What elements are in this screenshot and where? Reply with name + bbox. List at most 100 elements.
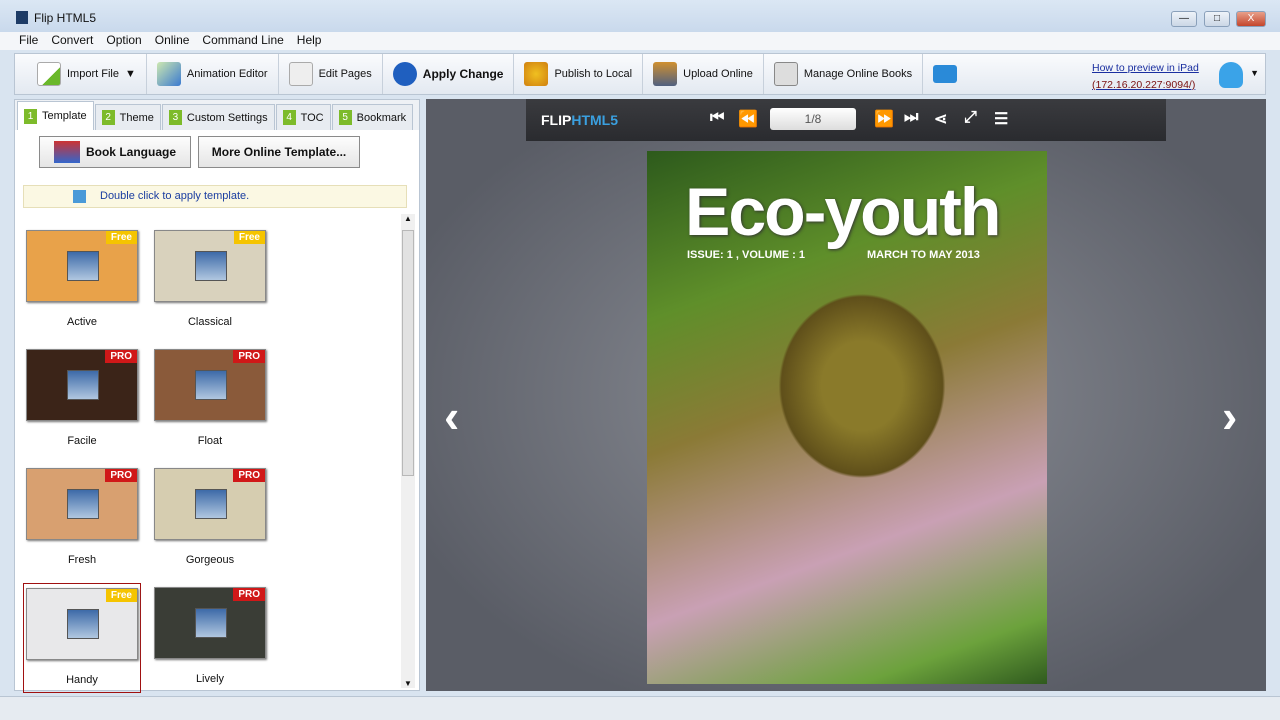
settings-panel: 1 Template 2 Theme 3 Custom Settings 4 TOC 5…: [14, 99, 420, 693]
tab-custom-settings[interactable]: 3 Custom Settings: [161, 104, 275, 130]
template-badge: PRO: [233, 469, 265, 482]
tab-label: Custom Settings: [186, 111, 268, 124]
apply-change-label: Apply Change: [422, 67, 504, 81]
user-avatar-icon[interactable]: [1219, 62, 1243, 88]
menu-online[interactable]: Online: [155, 32, 190, 50]
template-name: Handy: [66, 674, 98, 686]
template-thumbnail: PRO: [154, 587, 266, 659]
issue-text: ISSUE: 1 , VOLUME : 1: [687, 249, 805, 261]
screen-preview: [67, 609, 99, 639]
menu-convert[interactable]: Convert: [51, 32, 93, 50]
tab-number: 2: [101, 110, 115, 125]
template-badge: Free: [105, 231, 137, 244]
status-bar: [0, 696, 1280, 720]
publish-local-button[interactable]: Publish to Local: [514, 54, 644, 94]
book-language-button[interactable]: Book Language: [39, 136, 191, 168]
template-name: Gorgeous: [185, 554, 235, 566]
tab-label: TOC: [300, 111, 324, 124]
tab-number: 4: [282, 110, 296, 125]
scrollbar-thumb[interactable]: [402, 230, 414, 476]
template-thumbnail: PRO: [26, 349, 138, 421]
tab-number: 3: [168, 110, 182, 125]
import-file-button[interactable]: Import File ▼: [15, 54, 147, 94]
share-icon[interactable]: ⋖: [934, 109, 947, 129]
preview-link-text[interactable]: How to preview in iPad: [1092, 60, 1199, 77]
toolbar: Import File ▼ Animation Editor Edit Pages…: [14, 53, 1266, 95]
menu-help[interactable]: Help: [297, 32, 322, 50]
book-cover[interactable]: Eco-youth ISSUE: 1 , VOLUME : 1 MARCH TO…: [647, 151, 1047, 684]
next-arrow-icon[interactable]: ›: [1222, 389, 1237, 443]
gear-page-icon: [288, 62, 313, 86]
tab-toc[interactable]: 4 TOC: [275, 104, 331, 130]
template-item-float[interactable]: PRO Float: [151, 345, 269, 455]
template-item-fresh[interactable]: PRO Fresh: [23, 464, 141, 574]
book-language-label: Book Language: [85, 145, 176, 159]
menu-option[interactable]: Option: [106, 32, 141, 50]
screen-preview: [195, 251, 227, 281]
fliphtml5-logo: FLIPHTML5: [541, 112, 619, 128]
ipad-preview-link[interactable]: How to preview in iPad (172.16.20.227:909…: [1092, 60, 1199, 94]
screen-preview: [195, 370, 227, 400]
more-templates-button[interactable]: More Online Template...: [198, 136, 360, 168]
previous-page-icon[interactable]: ⏪: [738, 109, 758, 129]
template-thumbnail: PRO: [154, 349, 266, 421]
animation-editor-label: Animation Editor: [186, 68, 268, 80]
minimize-button[interactable]: —: [1171, 11, 1197, 27]
template-item-gorgeous[interactable]: PRO Gorgeous: [151, 464, 269, 574]
maximize-button[interactable]: □: [1204, 11, 1230, 27]
tab-bookmark[interactable]: 5 Bookmark: [331, 104, 414, 130]
title-bar: Flip HTML5 — □ X: [0, 0, 1280, 32]
info-icon: [73, 190, 86, 203]
refresh-icon: [392, 62, 417, 86]
tab-number: 1: [24, 108, 37, 124]
upload-online-button[interactable]: Upload Online: [643, 54, 764, 94]
template-badge: Free: [105, 589, 137, 602]
fullscreen-icon[interactable]: ⤢: [964, 109, 977, 127]
template-badge: PRO: [233, 350, 265, 363]
template-scrollbar[interactable]: ▲ ▼: [401, 214, 415, 688]
app-icon: [16, 11, 28, 24]
butterfly-image: [767, 281, 957, 491]
manage-books-button[interactable]: Manage Online Books: [764, 54, 924, 94]
flags-icon: [53, 141, 80, 163]
previous-arrow-icon[interactable]: ‹: [444, 389, 459, 443]
tab-label: Bookmark: [356, 111, 407, 124]
template-item-classical[interactable]: Free Classical: [151, 226, 269, 336]
tab-number: 5: [338, 110, 352, 125]
template-name: Classical: [187, 316, 232, 328]
next-page-icon[interactable]: ⏩: [874, 109, 894, 129]
last-page-icon[interactable]: ⏭: [904, 109, 918, 127]
upload-icon: [653, 62, 678, 86]
user-menu-arrow-icon[interactable]: ▼: [1250, 68, 1259, 78]
template-name: Float: [197, 435, 223, 447]
screen-preview: [67, 370, 99, 400]
template-thumbnail: Free: [154, 230, 266, 302]
menu-file[interactable]: File: [19, 32, 38, 50]
template-item-facile[interactable]: PRO Facile: [23, 345, 141, 455]
apply-change-button[interactable]: Apply Change: [383, 54, 515, 94]
template-item-active[interactable]: Free Active: [23, 226, 141, 336]
thumbnails-icon[interactable]: ☰: [994, 109, 1008, 129]
template-badge: PRO: [105, 469, 137, 482]
edit-pages-button[interactable]: Edit Pages: [279, 54, 383, 94]
cart-button[interactable]: [923, 54, 967, 94]
close-button[interactable]: X: [1236, 11, 1266, 27]
screen-preview: [67, 489, 99, 519]
tab-template[interactable]: 1 Template: [17, 101, 94, 130]
menu-command-line[interactable]: Command Line: [202, 32, 283, 50]
template-item-handy[interactable]: Free Handy: [23, 583, 141, 693]
cart-icon: [933, 65, 958, 83]
date-text: MARCH TO MAY 2013: [867, 249, 980, 261]
template-name: Lively: [195, 673, 225, 685]
template-name: Fresh: [67, 554, 97, 566]
screen-preview: [67, 251, 99, 281]
animation-editor-button[interactable]: Animation Editor: [147, 54, 279, 94]
tab-label: Template: [42, 110, 87, 122]
page-number-input[interactable]: 1/8: [770, 108, 856, 130]
first-page-icon[interactable]: ⏮: [710, 109, 724, 127]
dropdown-arrow-icon[interactable]: ▼: [125, 68, 136, 80]
preview-ip[interactable]: (172.16.20.227:9094/): [1092, 77, 1199, 94]
edit-pages-label: Edit Pages: [318, 68, 372, 80]
tab-theme[interactable]: 2 Theme: [94, 104, 161, 130]
template-item-lively[interactable]: PRO Lively: [151, 583, 269, 693]
